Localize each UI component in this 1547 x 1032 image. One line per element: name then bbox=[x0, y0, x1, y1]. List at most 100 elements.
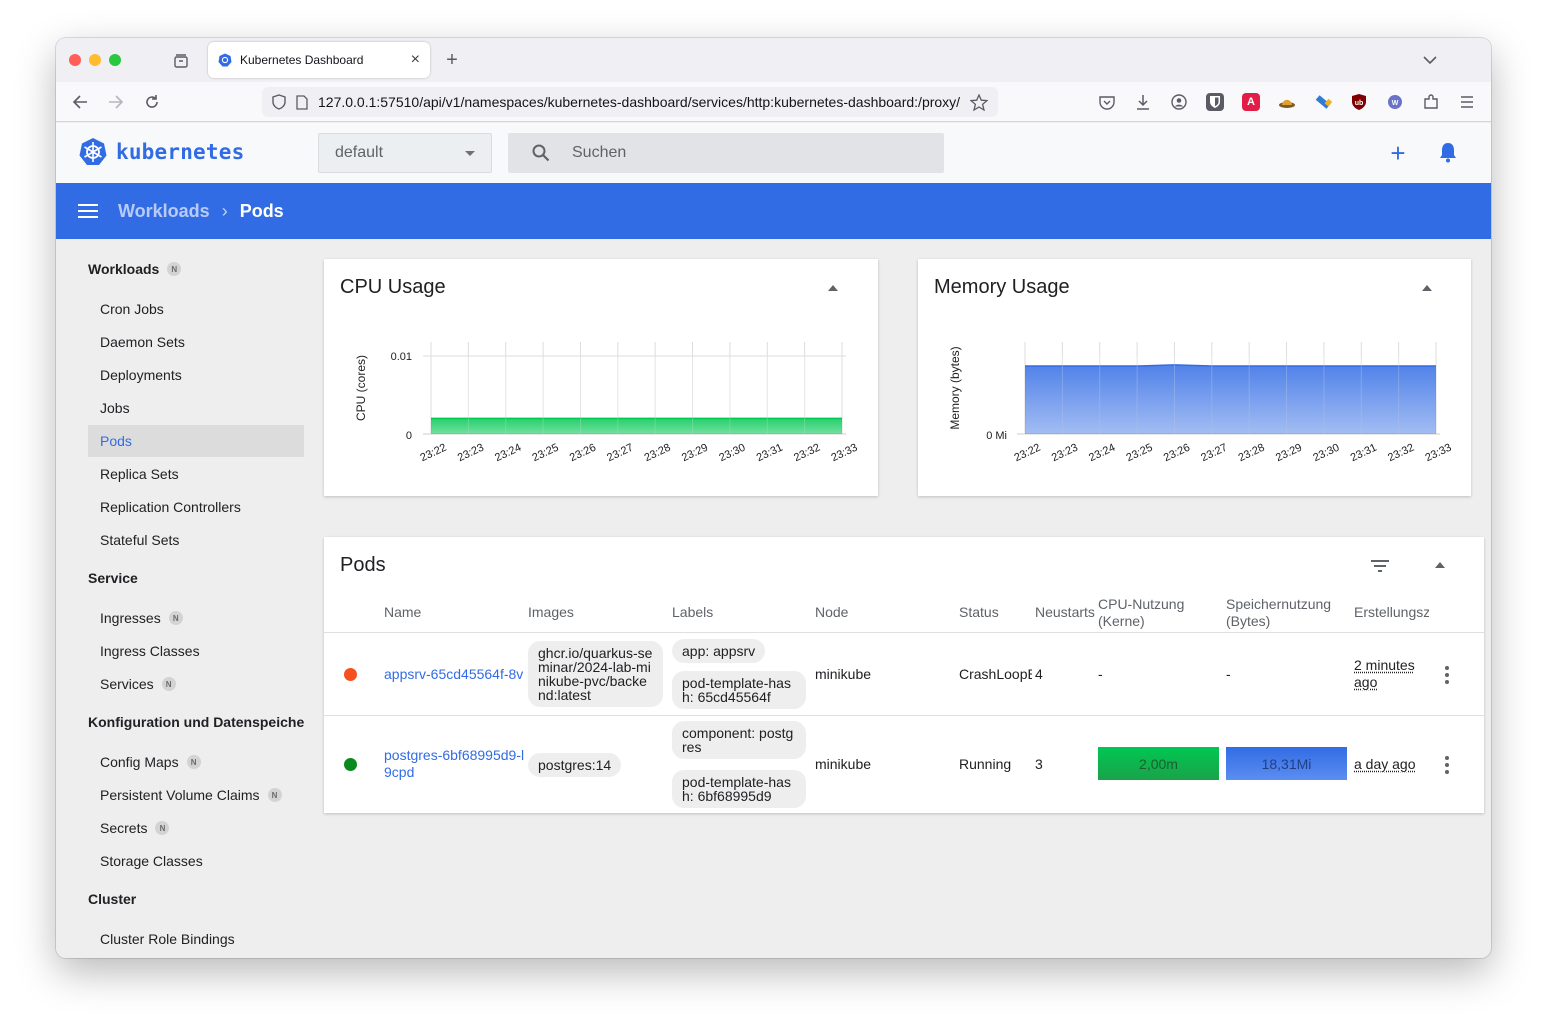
label-chip: component: postgres bbox=[672, 721, 806, 759]
app-menu-icon[interactable] bbox=[1458, 93, 1476, 111]
account-icon[interactable] bbox=[1170, 93, 1188, 111]
sidebar-item-label: Daemon Sets bbox=[100, 334, 185, 350]
x-tick-label: 23:32 bbox=[1386, 442, 1416, 465]
sidebar-item-label: Ingresses bbox=[100, 610, 161, 626]
sidebar-section-service[interactable]: Service bbox=[88, 570, 138, 586]
restarts-value: 3 bbox=[1035, 756, 1043, 772]
namespace-select[interactable]: default bbox=[318, 133, 492, 173]
sidebar-item-pods[interactable]: Pods bbox=[88, 425, 304, 457]
collapse-arrow-icon[interactable] bbox=[1435, 562, 1445, 568]
new-tab-icon[interactable]: + bbox=[442, 49, 462, 71]
forward-arrow-icon[interactable] bbox=[106, 93, 126, 111]
pod-name-link[interactable]: postgres-6bf68995d9-l9cpd bbox=[384, 747, 526, 781]
row-actions-kebab-icon[interactable] bbox=[1445, 666, 1449, 684]
breadcrumb-toolbar: Workloads › Pods bbox=[56, 183, 1491, 239]
sidebar-item-ingress-classes[interactable]: Ingress Classes bbox=[88, 635, 304, 667]
sidebar-section-config-storage[interactable]: Konfiguration und Datenspeicherung bbox=[88, 714, 304, 730]
notifications-bell-icon[interactable] bbox=[1438, 141, 1458, 168]
column-header-name[interactable]: Name bbox=[384, 604, 421, 621]
tab-list-chevron-icon[interactable] bbox=[1420, 50, 1440, 70]
ublock-origin-icon[interactable]: ub bbox=[1350, 93, 1368, 111]
x-tick-label: 23:25 bbox=[531, 442, 561, 465]
cpu-y-axis-label: CPU (cores) bbox=[354, 355, 368, 421]
table-divider bbox=[324, 715, 1484, 716]
sidebar-item-secrets[interactable]: Secrets N bbox=[88, 812, 304, 844]
sidebar-item-cluster-role-bindings[interactable]: Cluster Role Bindings bbox=[88, 923, 304, 955]
sidebar-item-cron-jobs[interactable]: Cron Jobs bbox=[88, 293, 304, 325]
x-tick-label: 23:31 bbox=[755, 442, 785, 465]
x-tick-label: 23:26 bbox=[1162, 442, 1192, 465]
hamburger-menu-icon[interactable] bbox=[78, 204, 98, 218]
sidebar-item-deployments[interactable]: Deployments bbox=[88, 359, 304, 391]
sidebar-item-ingresses[interactable]: Ingresses N bbox=[88, 602, 304, 634]
close-tab-icon[interactable]: × bbox=[411, 51, 420, 69]
browser-tab[interactable]: Kubernetes Dashboard × bbox=[208, 42, 430, 78]
bitwarden-icon[interactable] bbox=[1206, 93, 1224, 111]
node-value: minikube bbox=[815, 756, 872, 772]
label-chip: pod-template-hash: 6bf68995d9 bbox=[672, 770, 806, 808]
sidebar-item-daemon-sets[interactable]: Daemon Sets bbox=[88, 326, 304, 358]
column-header-node[interactable]: Node bbox=[815, 604, 848, 621]
close-window-button[interactable] bbox=[69, 54, 81, 66]
sidebar-item-label: Secrets bbox=[100, 820, 148, 836]
section-label: Konfiguration und Datenspeicherung bbox=[88, 714, 304, 730]
sidebar-item-replication-controllers[interactable]: Replication Controllers bbox=[88, 491, 304, 523]
series-area bbox=[431, 418, 842, 434]
sidebar-item-label: Replication Controllers bbox=[100, 499, 241, 515]
sidebar-item-stateful-sets[interactable]: Stateful Sets bbox=[88, 524, 304, 556]
column-header-restarts[interactable]: Neustarts bbox=[1035, 604, 1095, 621]
search-icon bbox=[532, 144, 550, 162]
reload-icon[interactable] bbox=[142, 93, 162, 111]
x-tick-label: 23:28 bbox=[643, 442, 673, 465]
x-tick-label: 23:26 bbox=[568, 442, 598, 465]
pocket-icon[interactable] bbox=[1098, 93, 1116, 111]
minimize-window-button[interactable] bbox=[89, 54, 101, 66]
sidebar-item-storage-classes[interactable]: Storage Classes bbox=[88, 845, 304, 877]
url-text: 127.0.0.1:57510/api/v1/namespaces/kubern… bbox=[318, 94, 960, 110]
section-label: Workloads bbox=[88, 261, 160, 277]
tab-overview-icon[interactable] bbox=[172, 52, 190, 70]
column-header-status[interactable]: Status bbox=[959, 604, 999, 621]
sidebar-nav: Workloads N Cron Jobs Daemon Sets Deploy… bbox=[56, 239, 312, 958]
sidebar-item-config-maps[interactable]: Config Maps N bbox=[88, 746, 304, 778]
sidebar-item-label: Cluster Role Bindings bbox=[100, 931, 235, 947]
back-arrow-icon[interactable] bbox=[70, 93, 90, 111]
extension-pencil-icon[interactable] bbox=[1314, 93, 1332, 111]
sidebar-item-jobs[interactable]: Jobs bbox=[88, 392, 304, 424]
search-box[interactable] bbox=[508, 133, 944, 173]
pods-card: Pods Name Images Labels Node Status Neus… bbox=[324, 537, 1484, 813]
column-header-memory: Speichernutzung (Bytes) bbox=[1226, 596, 1332, 629]
bookmark-star-icon[interactable] bbox=[970, 93, 988, 111]
create-resource-icon[interactable]: + bbox=[1386, 139, 1410, 167]
extensions-puzzle-icon[interactable] bbox=[1422, 93, 1440, 111]
x-tick-label: 23:29 bbox=[1274, 442, 1304, 465]
page-info-icon[interactable] bbox=[296, 94, 308, 110]
filter-icon[interactable] bbox=[1370, 559, 1390, 578]
sidebar-section-cluster[interactable]: Cluster bbox=[88, 891, 136, 907]
breadcrumb-current: Pods bbox=[239, 200, 284, 221]
navigation-bar: 127.0.0.1:57510/api/v1/namespaces/kubern… bbox=[56, 82, 1491, 122]
shield-icon[interactable] bbox=[272, 94, 286, 110]
sidebar-item-services[interactable]: Services N bbox=[88, 668, 304, 700]
x-tick-label: 23:33 bbox=[1423, 442, 1453, 465]
sidebar-item-persistent-volume-claims[interactable]: Persistent Volume Claims N bbox=[88, 779, 304, 811]
extension-globe-icon[interactable]: W bbox=[1386, 93, 1404, 111]
column-header-created[interactable]: Erstellungszeit bbox=[1354, 604, 1429, 621]
pod-name-link[interactable]: appsrv-65cd45564f-8vpxz bbox=[384, 666, 524, 683]
x-tick-label: 23:24 bbox=[493, 442, 523, 465]
y-tick-label: 0 bbox=[406, 430, 412, 442]
extension-hat-icon[interactable] bbox=[1278, 93, 1296, 111]
row-actions-kebab-icon[interactable] bbox=[1445, 756, 1449, 774]
kubernetes-logo[interactable]: kubernetes bbox=[78, 137, 244, 167]
sidebar-section-workloads[interactable]: Workloads N bbox=[88, 261, 182, 277]
angular-devtools-icon[interactable]: A bbox=[1242, 93, 1260, 111]
maximize-window-button[interactable] bbox=[109, 54, 121, 66]
address-bar[interactable]: 127.0.0.1:57510/api/v1/namespaces/kubern… bbox=[262, 87, 998, 117]
new-badge: N bbox=[155, 821, 170, 835]
new-badge: N bbox=[267, 788, 282, 802]
downloads-icon[interactable] bbox=[1134, 93, 1152, 111]
breadcrumb-workloads[interactable]: Workloads bbox=[118, 201, 210, 222]
label-chip: pod-template-hash: 65cd45564f bbox=[672, 671, 806, 709]
search-input[interactable] bbox=[572, 144, 892, 162]
sidebar-item-replica-sets[interactable]: Replica Sets bbox=[88, 458, 304, 490]
